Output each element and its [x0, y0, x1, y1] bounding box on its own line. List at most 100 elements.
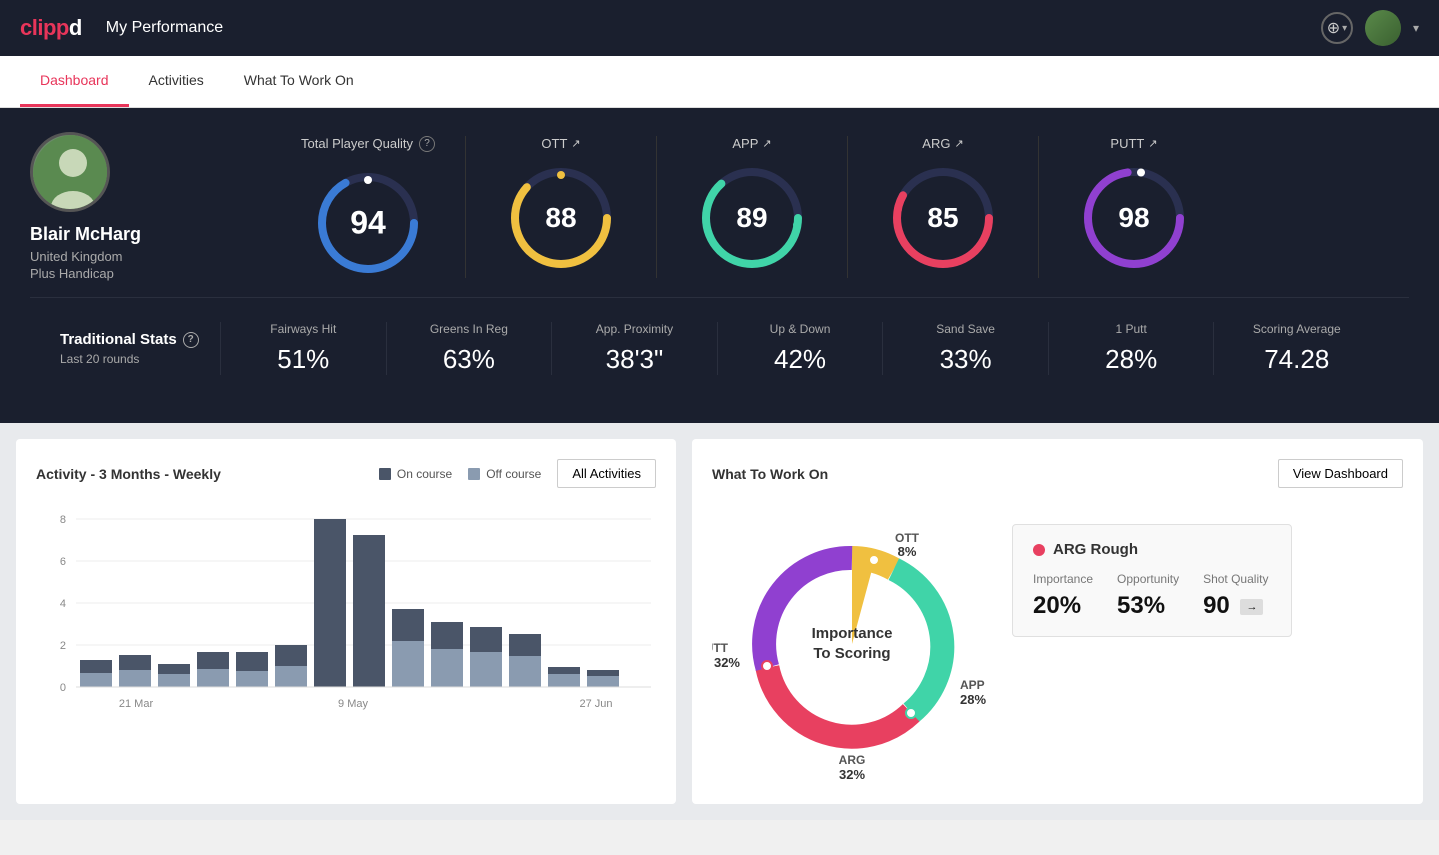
player-country: United Kingdom: [30, 249, 230, 264]
svg-text:2: 2: [60, 640, 66, 652]
greens-value: 63%: [403, 344, 536, 375]
sandsave-label: Sand Save: [899, 322, 1032, 336]
add-dropdown-icon: ▾: [1342, 23, 1347, 34]
all-activities-button[interactable]: All Activities: [557, 459, 656, 488]
svg-text:Importance: Importance: [812, 625, 893, 642]
off-course-dot: [468, 468, 480, 480]
view-dashboard-button[interactable]: View Dashboard: [1278, 459, 1403, 488]
app-gauge: 89: [697, 163, 807, 273]
stat-proximity: App. Proximity 38'3": [551, 322, 717, 375]
app-label: APP ↗: [732, 136, 771, 151]
metric-putt: PUTT ↗ 98: [1038, 136, 1229, 278]
tab-dashboard[interactable]: Dashboard: [20, 56, 129, 107]
trad-stats-title: Traditional Stats ?: [60, 331, 220, 348]
ott-value: 88: [545, 202, 576, 234]
importance-value: 20%: [1033, 592, 1093, 620]
metric-card-dot: [1033, 544, 1045, 556]
svg-text:28%: 28%: [960, 692, 986, 707]
fairways-label: Fairways Hit: [237, 322, 370, 336]
stats-banner: Blair McHarg United Kingdom Plus Handica…: [0, 108, 1439, 423]
total-quality-gauge: 94: [313, 168, 423, 278]
svg-text:32%: 32%: [839, 767, 865, 782]
svg-text:9 May: 9 May: [338, 698, 368, 710]
scoring-label: Scoring Average: [1230, 322, 1363, 336]
putt-value: 98: [1118, 202, 1149, 234]
stat-scoring: Scoring Average 74.28: [1213, 322, 1379, 375]
opportunity-value: 53%: [1117, 592, 1179, 620]
player-handicap: Plus Handicap: [30, 266, 230, 281]
oneputt-value: 28%: [1065, 344, 1198, 375]
sandsave-value: 33%: [899, 344, 1032, 375]
svg-text:21 Mar: 21 Mar: [119, 698, 154, 710]
opportunity-col: Opportunity 53%: [1117, 572, 1179, 620]
importance-label: Importance: [1033, 572, 1093, 586]
svg-text:8%: 8%: [898, 544, 917, 559]
tab-activities[interactable]: Activities: [129, 56, 224, 107]
activity-chart-title: Activity - 3 Months - Weekly: [36, 466, 221, 482]
ott-arrow: ↗: [571, 137, 580, 150]
info-icon[interactable]: ?: [419, 136, 435, 152]
arg-label: ARG ↗: [922, 136, 963, 151]
stat-greens: Greens In Reg 63%: [386, 322, 552, 375]
legend-off-course: Off course: [468, 467, 541, 481]
work-on-title: What To Work On: [712, 466, 828, 482]
stat-fairways: Fairways Hit 51%: [220, 322, 386, 375]
svg-text:PUTT: PUTT: [712, 641, 729, 655]
on-course-dot: [379, 468, 391, 480]
metric-app: APP ↗ 89: [656, 136, 847, 278]
trad-stats-label: Traditional Stats ? Last 20 rounds: [60, 331, 220, 366]
oneputt-label: 1 Putt: [1065, 322, 1198, 336]
svg-text:27 Jun: 27 Jun: [579, 698, 612, 710]
shot-quality-label: Shot Quality: [1203, 572, 1268, 586]
quality-section: Total Player Quality ? 94 O: [271, 136, 1409, 278]
proximity-label: App. Proximity: [568, 322, 701, 336]
svg-text:OTT: OTT: [895, 531, 920, 545]
shot-quality-badge: →: [1240, 599, 1263, 615]
avatar-image: [33, 135, 110, 212]
ott-label: OTT ↗: [541, 136, 580, 151]
arg-gauge: 85: [888, 163, 998, 273]
metric-columns: OTT ↗ 88 APP: [465, 136, 1409, 278]
donut-chart-wrapper: Importance To Scoring OTT 8% APP 28%: [712, 504, 992, 784]
svg-text:8: 8: [60, 514, 66, 526]
what-to-work-on-panel: What To Work On View Dashboard: [692, 439, 1423, 804]
total-quality: Total Player Quality ? 94: [271, 136, 465, 278]
trad-info-icon[interactable]: ?: [183, 332, 199, 348]
plus-icon: ⊕: [1327, 18, 1340, 38]
putt-gauge: 98: [1079, 163, 1189, 273]
activity-chart-svg: 8 6 4 2 0: [36, 504, 656, 724]
arg-arrow: ↗: [954, 137, 963, 150]
page-title: My Performance: [106, 19, 223, 37]
user-avatar[interactable]: [1365, 10, 1401, 46]
arg-rough-card: ARG Rough Importance 20% Opportunity 53%…: [1012, 524, 1292, 637]
donut-svg: Importance To Scoring OTT 8% APP 28%: [712, 504, 992, 784]
proximity-value: 38'3": [568, 344, 701, 375]
player-info: Blair McHarg United Kingdom Plus Handica…: [30, 132, 230, 281]
svg-text:6: 6: [60, 556, 66, 568]
svg-text:0: 0: [60, 682, 66, 694]
svg-text:APP: APP: [960, 678, 985, 692]
svg-text:4: 4: [60, 598, 66, 610]
total-quality-value: 94: [350, 204, 386, 241]
legend-on-course: On course: [379, 467, 452, 481]
traditional-stats: Traditional Stats ? Last 20 rounds Fairw…: [30, 297, 1409, 399]
putt-arrow: ↗: [1148, 137, 1157, 150]
shot-quality-value: 90 →: [1203, 592, 1268, 620]
metric-arg: ARG ↗ 85: [847, 136, 1038, 278]
app-value: 89: [736, 202, 767, 234]
stat-oneputt: 1 Putt 28%: [1048, 322, 1214, 375]
tab-what-to-work-on[interactable]: What To Work On: [224, 56, 374, 107]
add-button[interactable]: ⊕ ▾: [1321, 12, 1353, 44]
activity-controls: On course Off course All Activities: [379, 459, 656, 488]
work-on-panel-header: What To Work On View Dashboard: [712, 459, 1403, 488]
player-name: Blair McHarg: [30, 224, 230, 245]
ott-gauge: 88: [506, 163, 616, 273]
greens-label: Greens In Reg: [403, 322, 536, 336]
svg-text:To Scoring: To Scoring: [813, 645, 890, 662]
shot-quality-col: Shot Quality 90 →: [1203, 572, 1268, 620]
fairways-value: 51%: [237, 344, 370, 375]
activity-panel: Activity - 3 Months - Weekly On course O…: [16, 439, 676, 804]
avatar-dropdown-icon[interactable]: ▾: [1413, 21, 1419, 35]
updown-value: 42%: [734, 344, 867, 375]
arg-value: 85: [927, 202, 958, 234]
